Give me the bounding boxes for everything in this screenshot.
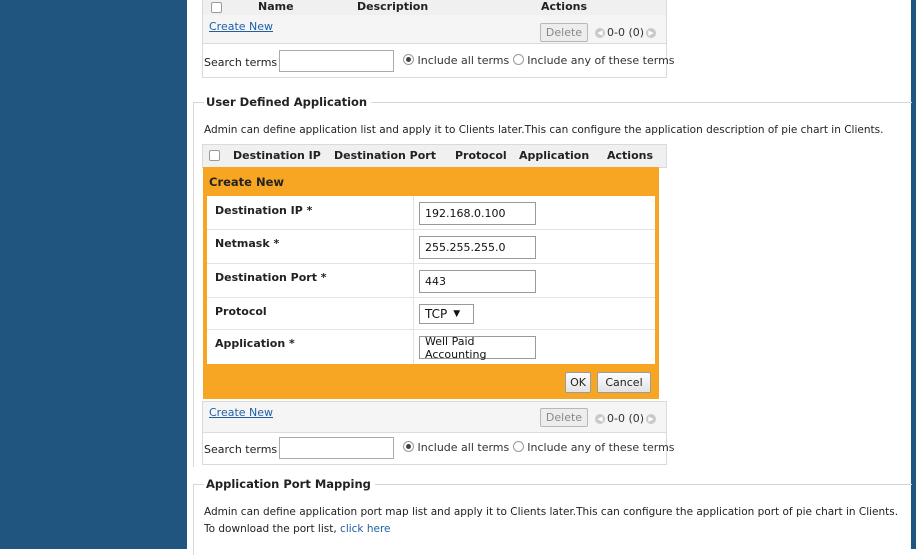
select-all-checkbox[interactable]	[211, 2, 222, 13]
protocol-label: Protocol	[215, 305, 267, 318]
top-table-header: Name Description Actions	[203, 0, 666, 16]
col-protocol-header[interactable]: Protocol	[455, 149, 507, 162]
port-mapping-description: Admin can define application port map li…	[204, 506, 899, 518]
include-all-label: Include all terms	[417, 441, 510, 454]
include-all-label: Include all terms	[417, 54, 510, 67]
col-description-header[interactable]: Description	[357, 0, 428, 13]
protocol-selected-value: TCP	[425, 307, 448, 321]
destination-ip-label: Destination IP *	[215, 204, 313, 217]
port-mapping-fieldset	[193, 484, 912, 555]
prev-page-icon[interactable]: ◀	[595, 27, 605, 38]
col-destination-ip-header[interactable]: Destination IP	[233, 149, 321, 162]
netmask-label: Netmask *	[215, 237, 280, 250]
include-any-radio[interactable]	[512, 441, 524, 452]
col-actions-header: Actions	[607, 149, 653, 162]
pager: ◀ 0-0 (0) ▶	[595, 412, 657, 425]
app-select-all-checkbox[interactable]	[209, 150, 220, 161]
next-page-icon[interactable]: ▶	[646, 27, 657, 38]
delete-button[interactable]: Delete	[540, 23, 588, 42]
pager-text: 0-0 (0)	[607, 26, 645, 39]
col-application-header[interactable]: Application	[519, 149, 589, 162]
netmask-input[interactable]: 255.255.255.0	[419, 236, 536, 259]
form-row-destination-port: Destination Port * 443	[207, 263, 655, 298]
destination-port-input[interactable]: 443	[419, 270, 536, 293]
search-input[interactable]	[279, 50, 394, 72]
app-table-header: Destination IP Destination Port Protocol…	[202, 144, 667, 168]
col-name-header[interactable]: Name	[258, 0, 294, 13]
col-destination-port-header[interactable]: Destination Port	[334, 149, 436, 162]
search-label: Search terms	[204, 443, 278, 456]
application-label: Application *	[215, 337, 295, 350]
create-new-link[interactable]: Create New	[209, 20, 273, 33]
user-defined-description: Admin can define application list and ap…	[204, 124, 884, 136]
cancel-button[interactable]: Cancel	[597, 372, 651, 393]
search-mode-options: Include all terms Include any of these t…	[403, 54, 675, 67]
click-here-link[interactable]: click here	[340, 523, 390, 535]
dropdown-arrow-icon: ▼	[453, 309, 461, 319]
top-search-row: Search terms Include all terms Include a…	[203, 44, 675, 76]
top-table: Name Description Actions Create New Dele…	[202, 0, 675, 78]
include-any-label: Include any of these terms	[527, 441, 675, 454]
app-table-actions-row: Create New Delete ◀ 0-0 (0) ▶	[203, 402, 666, 433]
search-mode-options: Include all terms Include any of these t…	[403, 441, 675, 454]
ok-button[interactable]: OK	[565, 372, 591, 393]
download-text: To download the port list,	[204, 523, 337, 535]
delete-button[interactable]: Delete	[540, 408, 588, 427]
create-new-form: Destination IP * 192.168.0.100 Netmask *…	[207, 196, 655, 364]
pager-text: 0-0 (0)	[607, 412, 645, 425]
left-sidebar	[0, 0, 187, 549]
form-row-protocol: Protocol TCP ▼	[207, 297, 655, 330]
form-row-netmask: Netmask * 255.255.255.0	[207, 229, 655, 264]
destination-port-label: Destination Port *	[215, 271, 327, 284]
include-all-radio[interactable]	[403, 54, 414, 65]
next-page-icon[interactable]: ▶	[646, 413, 657, 424]
create-new-title: Create New	[209, 175, 285, 189]
col-actions-header: Actions	[541, 0, 587, 13]
port-mapping-legend: Application Port Mapping	[204, 477, 375, 491]
include-any-radio[interactable]	[512, 54, 524, 65]
include-any-label: Include any of these terms	[527, 54, 675, 67]
main-content: Name Description Actions Create New Dele…	[187, 0, 912, 555]
prev-page-icon[interactable]: ◀	[595, 413, 605, 424]
include-all-radio[interactable]	[403, 441, 414, 452]
app-search-row: Search terms Include all terms Include a…	[203, 433, 675, 463]
application-input[interactable]: Well Paid Accounting	[419, 335, 536, 361]
download-port-list-line: To download the port list, click here	[204, 523, 391, 535]
top-table-footer: Create New Delete ◀ 0-0 (0) ▶	[203, 15, 666, 44]
form-row-application: Application * Well Paid Accounting	[207, 329, 655, 364]
app-table-footer: Create New Delete ◀ 0-0 (0) ▶ Search ter…	[202, 401, 675, 465]
search-input[interactable]	[279, 437, 394, 459]
create-new-link[interactable]: Create New	[209, 406, 273, 419]
form-row-destination-ip: Destination IP * 192.168.0.100	[207, 196, 655, 230]
create-new-panel: Create New Destination IP * 192.168.0.10…	[203, 167, 659, 399]
destination-ip-input[interactable]: 192.168.0.100	[419, 202, 536, 225]
user-defined-legend: User Defined Application	[204, 95, 372, 109]
pager: ◀ 0-0 (0) ▶	[595, 26, 657, 39]
search-label: Search terms	[204, 56, 278, 69]
protocol-select[interactable]: TCP ▼	[419, 304, 474, 324]
